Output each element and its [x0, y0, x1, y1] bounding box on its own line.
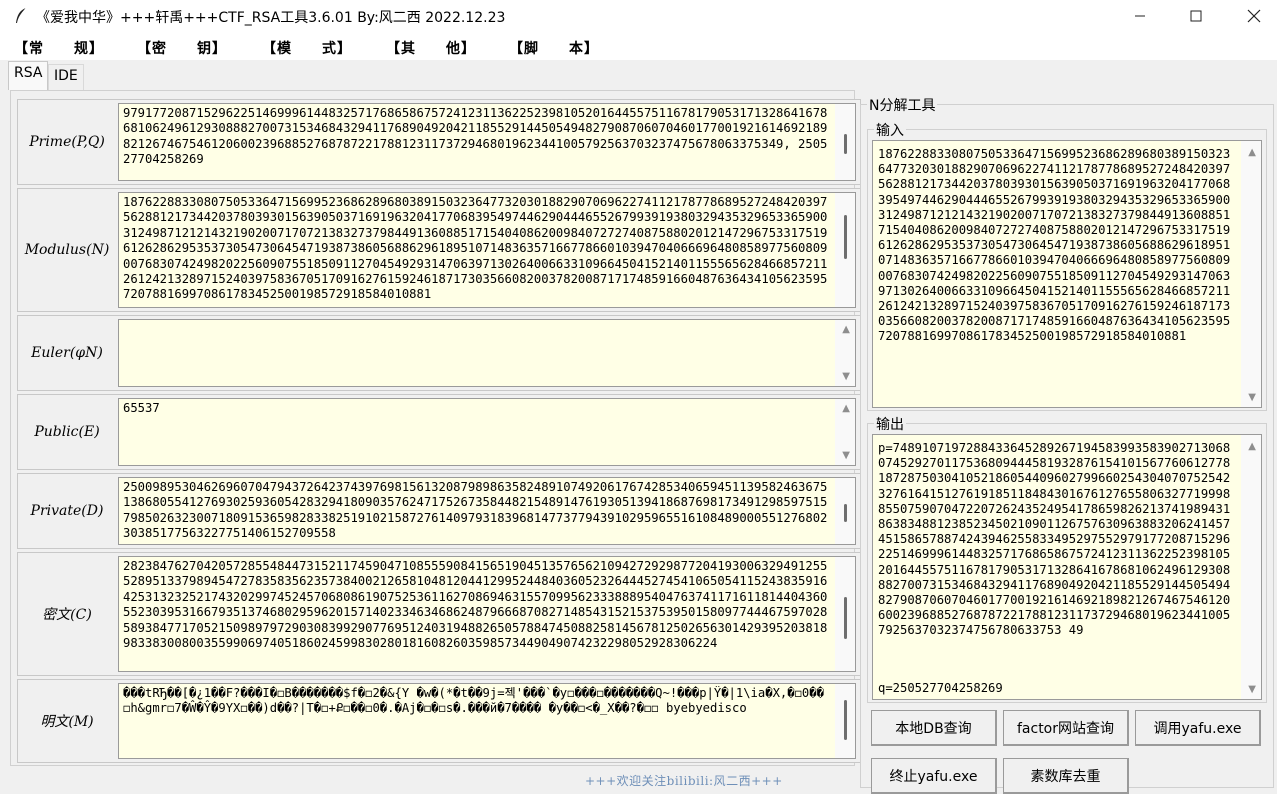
factor-output-q[interactable]: q=250527704258269 — [878, 681, 1237, 697]
private-row: Private(D) 25009895304626960704794372642… — [17, 473, 861, 549]
euler-value[interactable] — [123, 322, 829, 386]
scroll-down-icon[interactable]: ▼ — [1248, 392, 1256, 403]
prime-label: Prime(P,Q) — [29, 134, 105, 150]
menu-mode[interactable]: 【模 式】 — [262, 38, 352, 58]
euler-row: Euler(φN) ▲ ▼ — [17, 315, 861, 391]
output-group: 输出 p=74891071972884336452892671945839935… — [867, 414, 1267, 703]
close-icon — [1247, 9, 1261, 23]
close-button[interactable] — [1231, 0, 1277, 32]
factor-output[interactable]: p=74891071972884336452892671945839935839… — [872, 434, 1262, 700]
public-scrollbar[interactable]: ▲ ▼ — [835, 399, 855, 465]
prime-scrollbar[interactable] — [835, 104, 855, 180]
modulus-scroll-thumb[interactable] — [844, 215, 847, 259]
public-value[interactable]: 65537 — [123, 401, 829, 465]
prime-value[interactable]: 9791772087152962251469996144832571768658… — [123, 106, 829, 180]
menu-bar: 【常 规】 【密 钥】 【模 式】 【其 他】 【脚 本】 — [0, 32, 1277, 60]
cipher-scrollbar[interactable] — [835, 557, 855, 671]
call-yafu-button[interactable]: 调用yafu.exe — [1135, 710, 1261, 746]
input-scrollbar[interactable]: ▲ ▼ — [1241, 141, 1261, 407]
rsa-fields-panel: Prime(P,Q) 97917720871529622514699961448… — [10, 90, 861, 766]
cipher-scroll-thumb[interactable] — [844, 597, 847, 639]
plain-textbox[interactable]: ���tRЂ��[�¿1��F?���I�◻B�������$f�◻2�&{Y … — [118, 683, 856, 759]
minimize-button[interactable] — [1117, 0, 1163, 32]
factor-input-value[interactable]: 1876228833080750533647156995236862896803… — [878, 147, 1237, 407]
stop-yafu-button[interactable]: 终止yafu.exe — [871, 758, 997, 794]
maximize-button[interactable] — [1173, 0, 1219, 32]
prime-dedup-button[interactable]: 素数库去重 — [1003, 758, 1129, 794]
public-row: Public(E) 65537 ▲ ▼ — [17, 394, 861, 470]
scroll-up-icon[interactable]: ▲ — [1248, 441, 1256, 452]
euler-textbox[interactable]: ▲ ▼ — [118, 319, 856, 387]
plain-scrollbar[interactable] — [835, 684, 855, 758]
menu-other[interactable]: 【其 他】 — [386, 38, 476, 58]
scroll-up-icon[interactable]: ▲ — [1248, 147, 1256, 158]
scroll-down-icon[interactable]: ▼ — [1248, 684, 1256, 695]
window-title: 《爱我中华》+++轩禹+++CTF_RSA工具3.6.01 By:风二西 202… — [36, 10, 506, 26]
scroll-down-icon[interactable]: ▼ — [842, 371, 850, 382]
input-group: 输入 1876228833080750533647156995236862896… — [867, 120, 1267, 411]
local-db-query-button[interactable]: 本地DB查询 — [871, 710, 997, 746]
menu-keys[interactable]: 【密 钥】 — [137, 38, 227, 58]
cipher-value[interactable]: 2823847627042057285548447315211745904710… — [123, 559, 829, 671]
n-factor-title: N分解工具 — [867, 95, 938, 115]
menu-script[interactable]: 【脚 本】 — [509, 38, 599, 58]
tab-rsa[interactable]: RSA — [8, 61, 49, 90]
scroll-up-icon[interactable]: ▲ — [842, 324, 850, 335]
modulus-scrollbar[interactable] — [835, 193, 855, 307]
prime-scroll-thumb[interactable] — [844, 134, 847, 154]
modulus-label: Modulus(N) — [24, 242, 110, 258]
maximize-icon — [1190, 10, 1202, 22]
tab-ide[interactable]: IDE — [48, 64, 84, 90]
cipher-row: 密文(C) 2823847627042057285548447315211745… — [17, 552, 861, 676]
modulus-value[interactable]: 1876228833080750533647156995236862896803… — [123, 195, 829, 307]
private-textbox[interactable]: 2500989530462696070479437264237439769815… — [118, 477, 856, 545]
private-scroll-thumb[interactable] — [844, 504, 847, 522]
footer-note: +++欢迎关注bilibili:风二西+++ — [585, 774, 783, 788]
euler-scrollbar[interactable]: ▲ ▼ — [835, 320, 855, 386]
public-label: Public(E) — [34, 424, 100, 440]
prime-row: Prime(P,Q) 97917720871529622514699961448… — [17, 99, 861, 185]
tab-bar: RSA IDE — [0, 60, 1277, 90]
modulus-row: Modulus(N) 18762288330807505336471569952… — [17, 188, 861, 312]
scroll-up-icon[interactable]: ▲ — [842, 403, 850, 414]
euler-label: Euler(φN) — [31, 345, 103, 361]
plain-row: 明文(M) ���tRЂ��[�¿1��F?���I�◻B�������$f�◻… — [17, 679, 861, 763]
factor-output-p[interactable]: p=74891071972884336452892671945839935839… — [878, 441, 1237, 679]
factor-input[interactable]: 1876228833080750533647156995236862896803… — [872, 140, 1262, 408]
private-label: Private(D) — [30, 503, 104, 519]
output-scrollbar[interactable]: ▲ ▼ — [1241, 435, 1261, 699]
plain-label: 明文(M) — [40, 714, 94, 730]
public-textbox[interactable]: 65537 ▲ ▼ — [118, 398, 856, 466]
n-factor-group: N分解工具 输入 1876228833080750533647156995236… — [860, 95, 1274, 788]
minimize-icon — [1135, 15, 1145, 17]
cipher-textbox[interactable]: 2823847627042057285548447315211745904710… — [118, 556, 856, 672]
scroll-down-icon[interactable]: ▼ — [842, 450, 850, 461]
private-scrollbar[interactable] — [835, 478, 855, 544]
factor-site-query-button[interactable]: factor网站查询 — [1003, 710, 1129, 746]
modulus-textbox[interactable]: 1876228833080750533647156995236862896803… — [118, 192, 856, 308]
input-title: 输入 — [874, 120, 906, 140]
plain-value[interactable]: ���tRЂ��[�¿1��F?���I�◻B�������$f�◻2�&{Y … — [123, 686, 829, 758]
plain-scroll-thumb[interactable] — [844, 700, 847, 740]
cipher-label: 密文(C) — [42, 607, 92, 623]
menu-general[interactable]: 【常 规】 — [14, 38, 104, 58]
prime-textbox[interactable]: 9791772087152962251469996144832571768658… — [118, 103, 856, 181]
private-value[interactable]: 2500989530462696070479437264237439769815… — [123, 480, 829, 544]
feather-icon — [16, 7, 27, 23]
title-bar: 《爱我中华》+++轩禹+++CTF_RSA工具3.6.01 By:风二西 202… — [0, 0, 1277, 32]
output-title: 输出 — [874, 414, 906, 434]
